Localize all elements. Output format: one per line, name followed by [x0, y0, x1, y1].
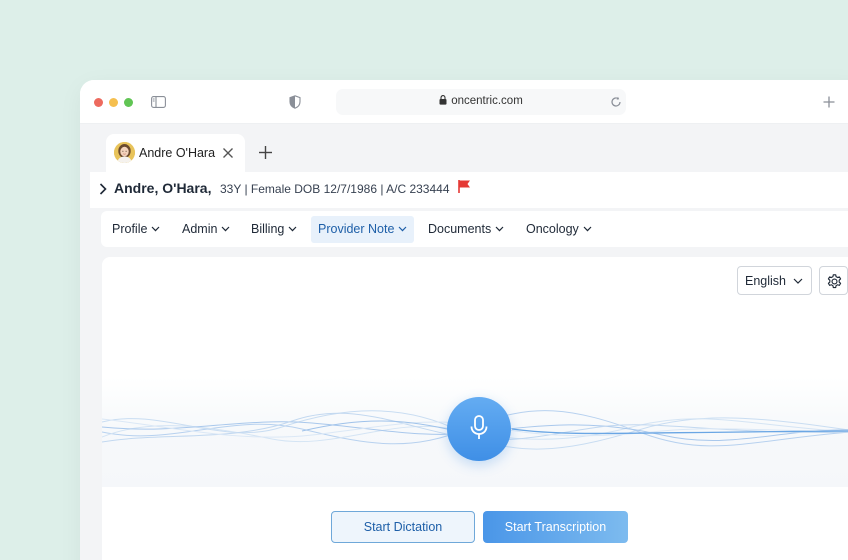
nav-item-label: Admin — [182, 222, 218, 236]
dictation-panel: English Start Dictation Start Transcript… — [102, 257, 848, 560]
patient-details: 33Y | Female DOB 12/7/1986 | A/C 233444 — [220, 182, 450, 196]
language-value: English — [745, 274, 786, 288]
chevron-down-icon — [222, 226, 230, 232]
patient-name: Andre, O'Hara, — [114, 180, 212, 196]
url-text: oncentric.com — [451, 95, 523, 107]
start-dictation-button[interactable]: Start Dictation — [331, 511, 475, 543]
avatar-image — [114, 142, 135, 163]
address-bar-text: oncentric.com — [336, 95, 626, 107]
patient-tab[interactable]: Andre O'Hara — [106, 134, 245, 172]
settings-button[interactable] — [819, 266, 848, 295]
sidebar-icon[interactable] — [151, 96, 166, 108]
shield-icon[interactable] — [289, 95, 301, 109]
nav-item-documents[interactable]: Documents — [421, 216, 511, 243]
lock-icon — [439, 95, 447, 105]
app-area: Andre O'Hara Andre, O'Hara, 33Y | Female… — [80, 124, 848, 560]
nav-item-label: Profile — [112, 222, 148, 236]
tab-label: Andre O'Hara — [139, 146, 216, 160]
nav-item-billing[interactable]: Billing — [244, 216, 304, 243]
nav-item-profile[interactable]: Profile — [105, 216, 167, 243]
avatar — [114, 142, 135, 163]
close-icon[interactable] — [222, 147, 234, 159]
flag-icon — [458, 180, 470, 193]
microphone-icon — [470, 415, 488, 439]
chevron-down-icon — [793, 278, 803, 284]
nav-item-label: Documents — [428, 222, 492, 236]
chevron-right-icon[interactable] — [98, 183, 108, 195]
browser-window: oncentric.com Andre O'Hara Andre, O'Hara… — [80, 80, 848, 560]
nav-item-label: Oncology — [526, 222, 579, 236]
language-select[interactable]: English — [737, 266, 812, 295]
nav-item-provider-note[interactable]: Provider Note — [311, 216, 415, 243]
start-transcription-button[interactable]: Start Transcription — [483, 511, 628, 543]
nav-item-label: Provider Note — [318, 222, 395, 236]
microphone-button[interactable] — [447, 397, 511, 461]
chevron-down-icon — [399, 226, 407, 232]
zoom-window-button[interactable] — [124, 98, 133, 107]
close-window-button[interactable] — [94, 98, 103, 107]
reload-icon[interactable] — [610, 96, 622, 108]
address-bar[interactable]: oncentric.com — [336, 89, 626, 115]
chevron-down-icon — [152, 226, 160, 232]
add-tab-button[interactable] — [258, 145, 273, 160]
gear-icon — [827, 274, 842, 289]
section-nav: Profile Admin Billing Provider Note Docu… — [101, 211, 848, 247]
plus-icon[interactable] — [822, 95, 836, 109]
patient-header: Andre, O'Hara, 33Y | Female DOB 12/7/198… — [90, 172, 848, 208]
nav-item-label: Billing — [251, 222, 285, 236]
minimize-window-button[interactable] — [109, 98, 118, 107]
chevron-down-icon — [495, 226, 504, 232]
chevron-down-icon — [583, 226, 592, 232]
nav-item-oncology[interactable]: Oncology — [519, 216, 599, 243]
nav-item-admin[interactable]: Admin — [175, 216, 237, 243]
chevron-down-icon — [288, 226, 297, 232]
browser-toolbar: oncentric.com — [80, 80, 848, 124]
